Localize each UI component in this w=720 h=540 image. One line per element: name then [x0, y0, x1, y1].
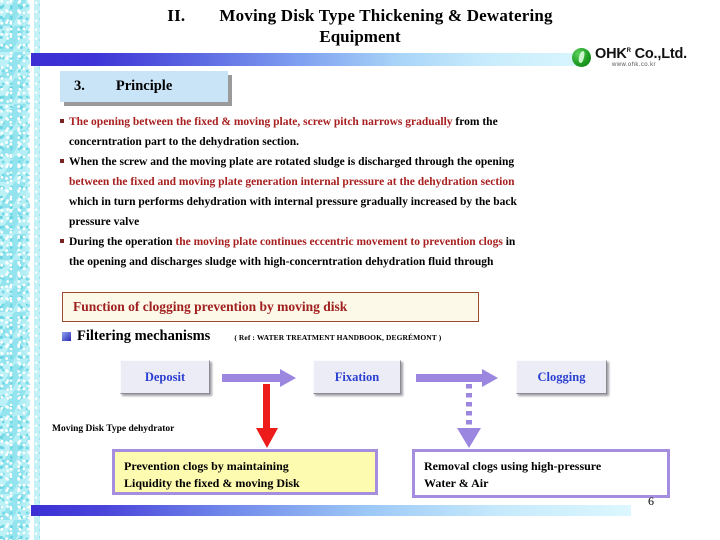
footer-gradient-bar [31, 505, 631, 516]
bullet-item: The opening between the fixed & moving p… [60, 112, 660, 132]
bullet-3-red: the moving plate continues eccentric mov… [175, 236, 503, 248]
result-right-line-1: Removal clogs using high-pressure [424, 459, 602, 473]
result-box-removal: Removal clogs using high-pressure Water … [412, 449, 670, 498]
result-left-line-2: Liquidity the fixed & moving Disk [124, 476, 300, 490]
arrow-shaft [222, 374, 280, 382]
blue-square-bullet-icon [62, 332, 71, 341]
flow-box-fixation: Fixation [313, 360, 401, 394]
flow-box-clogging: Clogging [516, 360, 607, 394]
arrow-head [457, 428, 481, 448]
bullet-2-red-continuation: between the fixed and moving plate gener… [69, 176, 515, 188]
logo-superscript: R [626, 48, 631, 55]
bullet-item: When the screw and the moving plate are … [60, 152, 660, 172]
bullet-3-continuation: the opening and discharges sludge with h… [69, 256, 494, 268]
bullet-body: The opening between the fixed & moving p… [60, 112, 660, 272]
bullet-3-black-2: in [502, 236, 516, 248]
arrow-shaft-dotted [466, 384, 472, 430]
function-banner-text: Function of clogging prevention by movin… [73, 299, 348, 314]
title-line-1: Moving Disk Type Thickening & Dewatering [219, 6, 553, 25]
title-number: II. [167, 6, 186, 25]
green-sphere-icon [572, 48, 591, 67]
arrow-head [256, 428, 278, 448]
arrow-head [280, 369, 296, 387]
ohk-logo: OHKR Co.,Ltd. www.ohk.co.kr [572, 45, 702, 73]
section-chip: 3. Principle [60, 71, 228, 102]
bullet-2-black: When the screw and the moving plate are … [69, 156, 515, 168]
left-texture-strip [0, 0, 30, 540]
flow-box-deposit: Deposit [120, 360, 210, 394]
bullet-3-black: During the operation [69, 236, 176, 248]
arrow-head [482, 369, 498, 387]
arrow-down-dotted-purple-icon [457, 384, 481, 450]
result-right-line-2: Water & Air [424, 476, 489, 490]
logo-url: www.ohk.co.kr [612, 62, 656, 68]
filtering-reference: ( Ref : WATER TREATMENT HANDBOOK, DEGRÉM… [234, 333, 442, 342]
bullet-square-icon [60, 159, 64, 163]
filtering-mechanisms-heading: Filtering mechanisms ( Ref : WATER TREAT… [62, 328, 441, 345]
bullet-1-black: from the [452, 116, 498, 128]
section-label: Principle [115, 78, 173, 94]
filtering-title: Filtering mechanisms [77, 328, 211, 344]
bullet-text: During the operation the moving plate co… [69, 232, 515, 252]
bullet-square-icon [60, 119, 64, 123]
bullet-item: During the operation the moving plate co… [60, 232, 660, 252]
arrow-shaft [416, 374, 482, 382]
title-line-2: Equipment [319, 27, 401, 46]
page-number: 6 [648, 494, 654, 508]
result-box-prevention: Prevention clogs by maintaining Liquidit… [112, 449, 378, 495]
header-gradient-bar [31, 53, 587, 66]
bullet-1-continuation: concerntration part to the dehydration s… [69, 136, 299, 148]
bullet-2-continuation-3: pressure valve [69, 216, 140, 228]
function-banner: Function of clogging prevention by movin… [62, 292, 479, 322]
bullet-1-red: The opening between the fixed & moving p… [69, 116, 453, 128]
logo-wordmark: OHKR Co.,Ltd. [595, 46, 687, 62]
logo-name: OHK [595, 46, 627, 62]
bullet-text: The opening between the fixed & moving p… [69, 112, 498, 132]
result-left-line-1: Prevention clogs by maintaining [124, 459, 289, 473]
slide-canvas: II. Moving Disk Type Thickening & Dewater… [0, 0, 720, 540]
slide-title: II. Moving Disk Type Thickening & Dewater… [60, 6, 660, 47]
arrow-down-red-icon [256, 384, 278, 450]
bullet-2-continuation-2: which in turn performs dehydration with … [69, 196, 517, 208]
left-texture-strip-secondary [34, 0, 40, 540]
logo-suffix: Co.,Ltd. [634, 46, 688, 62]
bullet-square-icon [60, 239, 64, 243]
dehydrator-label: Moving Disk Type dehydrator [52, 424, 175, 434]
section-number: 3. [74, 78, 85, 94]
arrow-shaft [263, 384, 270, 430]
